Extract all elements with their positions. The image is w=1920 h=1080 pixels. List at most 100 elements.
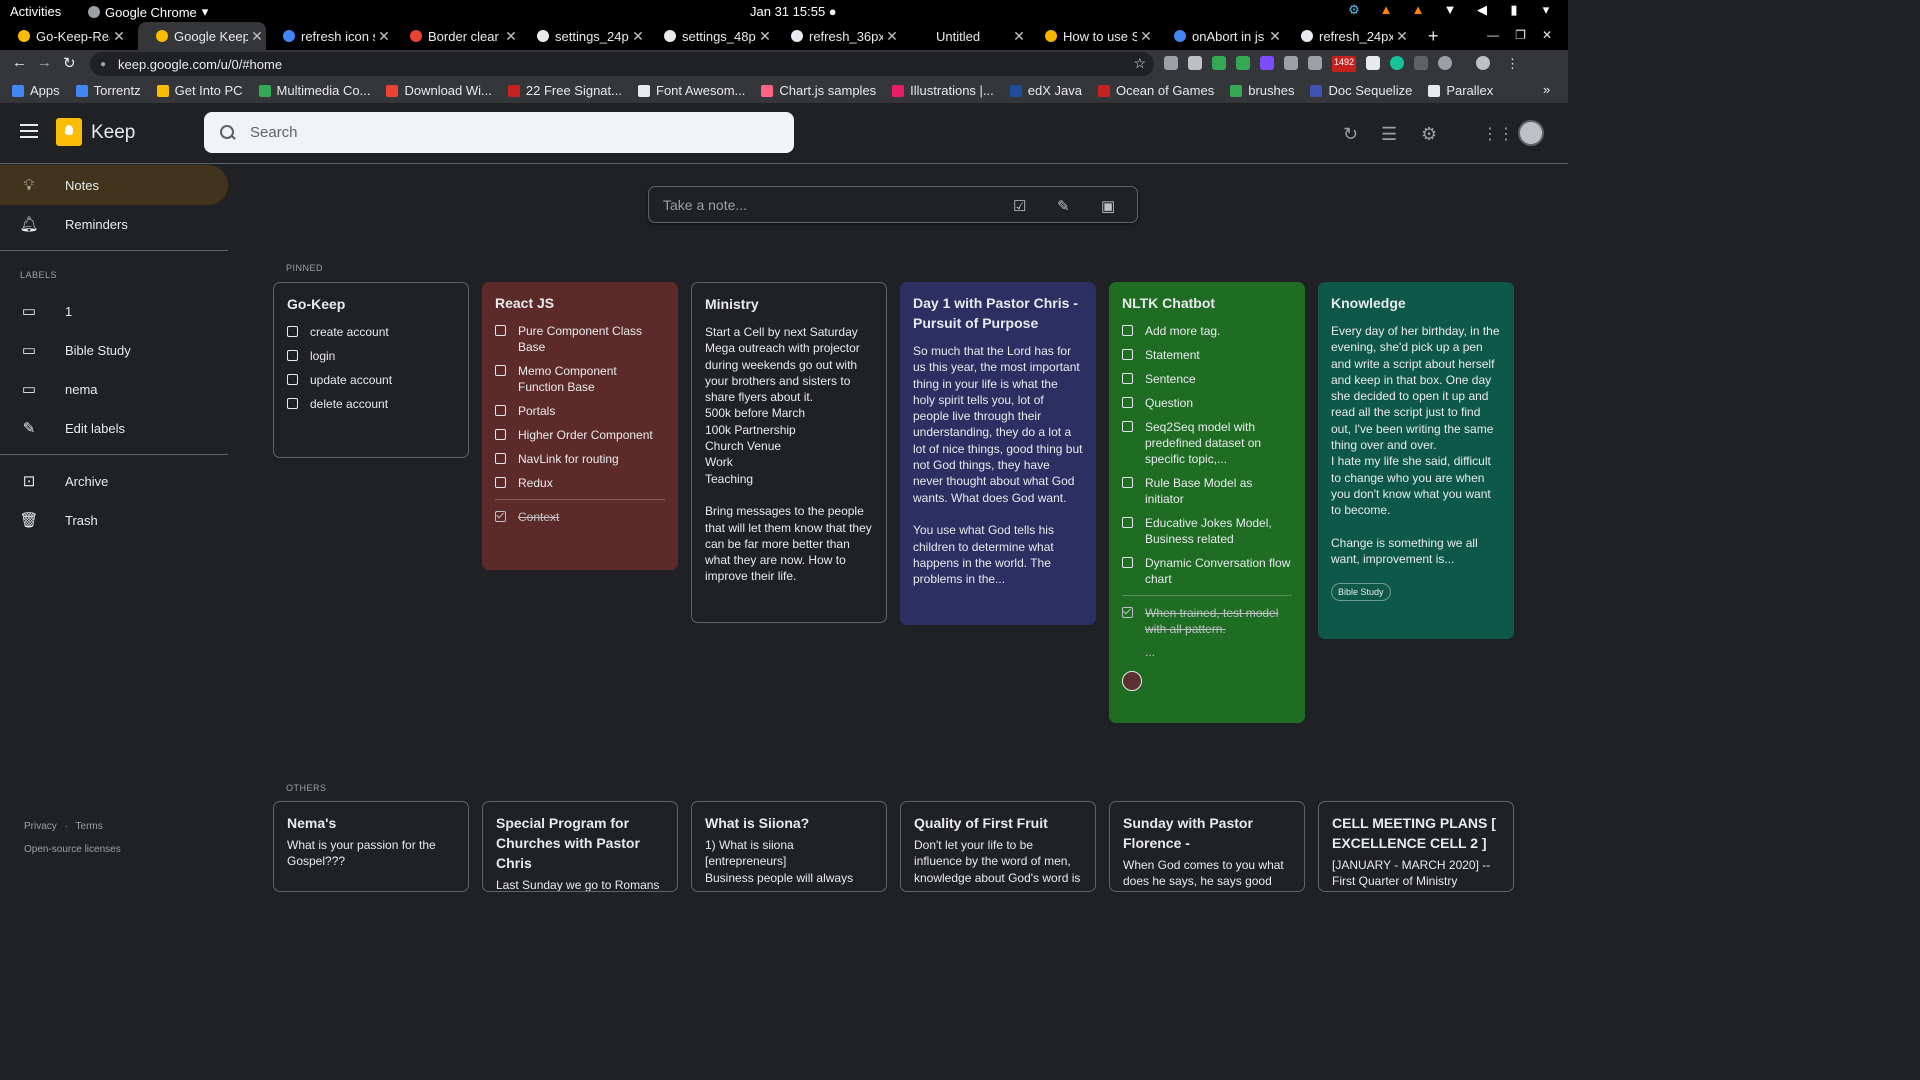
tab-close-icon[interactable]: ✕ — [629, 28, 647, 45]
tab-close-icon[interactable]: ✕ — [248, 28, 266, 45]
sidebar-item-edit-labels[interactable]: ✎ Edit labels — [0, 408, 228, 448]
system-menu-icon[interactable]: ▾ — [1538, 2, 1554, 18]
extension-icon[interactable] — [1284, 56, 1298, 70]
extension-icon[interactable] — [1212, 56, 1226, 70]
checkbox-icon[interactable] — [495, 453, 506, 464]
checkbox-icon[interactable] — [1122, 477, 1133, 488]
tab-close-icon[interactable]: ✕ — [1137, 28, 1155, 45]
terms-link[interactable]: Terms — [76, 821, 103, 832]
avatar[interactable] — [1518, 120, 1544, 146]
note-card[interactable]: Day 1 with Pastor Chris - Pursuit of Pur… — [900, 282, 1096, 625]
new-image-icon[interactable]: ▣ — [1101, 197, 1115, 215]
note-card[interactable]: Special Program for Churches with Pastor… — [482, 801, 678, 892]
tab-8[interactable]: How to use S ✕ — [1027, 22, 1155, 50]
checkbox-icon[interactable] — [495, 325, 506, 336]
tab-close-icon[interactable]: ✕ — [1266, 28, 1284, 45]
checklist-item[interactable]: Statement — [1122, 347, 1292, 363]
checkbox-icon[interactable] — [287, 374, 298, 385]
tab-0[interactable]: Go-Keep-React✕ — [0, 22, 128, 50]
checklist-item[interactable]: Dynamic Conversation flow chart — [1122, 555, 1292, 587]
bookmark-item[interactable]: brushes — [1230, 83, 1294, 98]
bookmark-item[interactable]: Parallex — [1428, 83, 1493, 98]
checkbox-icon[interactable] — [1122, 557, 1133, 568]
vlc-icon-2[interactable]: ▲ — [1410, 2, 1426, 18]
app-menu[interactable]: Google Chrome ▾ — [88, 4, 208, 20]
bookmark-item[interactable]: edX Java — [1009, 83, 1082, 98]
close-window-icon[interactable]: ✕ — [1542, 28, 1552, 42]
tab-close-icon[interactable]: ✕ — [1393, 28, 1411, 45]
tab-4[interactable]: settings_24px ✕ — [519, 22, 647, 50]
checkbox-icon[interactable] — [1122, 517, 1133, 528]
extension-icon[interactable] — [1236, 56, 1250, 70]
tab-7[interactable]: Untitled ✕ — [900, 22, 1028, 50]
search-icon[interactable] — [220, 124, 236, 141]
sidebar-item-nema[interactable]: ▭ nema — [0, 369, 228, 409]
bookmark-item[interactable]: 22 Free Signat... — [507, 83, 622, 98]
checkbox-icon[interactable] — [1122, 397, 1133, 408]
tab-close-icon[interactable]: ✕ — [756, 28, 774, 45]
checklist-item-checked[interactable]: When trained, test model with all patter… — [1122, 605, 1292, 637]
extension-icon[interactable] — [1308, 56, 1322, 70]
checklist-item-checked[interactable]: Context — [495, 509, 665, 525]
checkbox-icon[interactable] — [1122, 325, 1133, 336]
bookmark-item[interactable]: Get Into PC — [156, 83, 243, 98]
tab-3[interactable]: Border clear i ✕ — [392, 22, 520, 50]
settings-icon[interactable]: ⚙ — [1421, 124, 1437, 145]
note-card[interactable]: Quality of First Fruit Don't let your lif… — [900, 801, 1096, 892]
new-list-icon[interactable]: ☑ — [1013, 197, 1026, 215]
sidebar-item-bible-study[interactable]: ▭ Bible Study — [0, 330, 228, 370]
browser-menu-icon[interactable]: ⋮ — [1506, 56, 1519, 72]
checklist-item[interactable]: Sentence — [1122, 371, 1292, 387]
tab-9[interactable]: onAbort in js ✕ — [1156, 22, 1284, 50]
sidebar-item-archive[interactable]: ⊡ Archive — [0, 461, 228, 501]
checklist-item[interactable]: create account — [287, 324, 455, 340]
back-icon[interactable]: ← — [12, 54, 27, 71]
main-menu-icon[interactable] — [20, 124, 38, 138]
checkbox-icon[interactable] — [287, 326, 298, 337]
checklist-item[interactable]: Question — [1122, 395, 1292, 411]
extension-icon[interactable] — [1414, 56, 1429, 70]
restore-icon[interactable]: ❐ — [1515, 28, 1526, 42]
checkbox-icon[interactable] — [495, 365, 506, 376]
checklist-item[interactable]: update account — [287, 372, 455, 388]
refresh-icon[interactable]: ↻ — [1343, 124, 1358, 145]
note-card[interactable]: CELL MEETING PLANS [ EXCELLENCE CELL 2 ]… — [1318, 801, 1514, 892]
bookmarks-overflow-icon[interactable]: » — [1543, 82, 1550, 97]
bookmark-item[interactable]: Ocean of Games — [1097, 83, 1214, 98]
note-card[interactable]: Ministry Start a Cell by next Saturday Me… — [691, 282, 887, 623]
tab-close-icon[interactable]: ✕ — [883, 28, 901, 45]
note-card[interactable]: Sunday with Pastor Florence - When God co… — [1109, 801, 1305, 892]
collaborator-avatar[interactable] — [1122, 671, 1142, 691]
extension-icon[interactable] — [1438, 56, 1453, 70]
checklist-item[interactable]: Memo Component Function Base — [495, 363, 665, 395]
battery-icon[interactable]: ▮ — [1506, 2, 1522, 18]
bookmark-item[interactable]: Font Awesom... — [638, 83, 745, 98]
search-input[interactable] — [250, 124, 750, 141]
checklist-item[interactable]: Educative Jokes Model, Business related — [1122, 515, 1292, 547]
address-bar[interactable]: ● keep.google.com/u/0/#home ☆ — [90, 52, 1154, 76]
extension-icon[interactable] — [1188, 56, 1202, 70]
app-tray-icon[interactable]: ⚙ — [1346, 2, 1362, 18]
checkbox-icon[interactable] — [1122, 421, 1133, 432]
checkbox-icon[interactable] — [1122, 349, 1133, 360]
checklist-item[interactable]: Add more tag. — [1122, 323, 1292, 339]
checkbox-icon[interactable] — [495, 429, 506, 440]
bookmark-item[interactable]: Apps — [12, 83, 60, 98]
checkbox-icon[interactable] — [287, 350, 298, 361]
checklist-item[interactable]: NavLink for routing — [495, 451, 665, 467]
privacy-link[interactable]: Privacy — [24, 821, 57, 832]
bookmark-star-icon[interactable]: ☆ — [1133, 55, 1146, 72]
bookmark-item[interactable]: Chart.js samples — [761, 83, 876, 98]
extension-icon[interactable] — [1390, 56, 1405, 70]
activities-button[interactable]: Activities — [10, 4, 61, 19]
note-card[interactable]: What is Siiona? 1) What is siiona [entrep… — [691, 801, 887, 892]
bookmark-item[interactable]: Multimedia Co... — [258, 83, 370, 98]
sidebar-item-notes[interactable]: 💡︎ Notes — [0, 165, 228, 205]
notification-badge[interactable]: 1492 — [1332, 56, 1357, 72]
note-card[interactable]: React JS Pure Component Class Base Memo Co… — [482, 282, 678, 570]
note-card[interactable]: Knowledge Every day of her birthday, in t… — [1318, 282, 1514, 639]
open-source-licenses-link[interactable]: Open-source licenses — [24, 844, 121, 855]
note-card[interactable]: NLTK Chatbot Add more tag. Statement Senten… — [1109, 282, 1305, 723]
keep-logo-icon[interactable] — [56, 118, 82, 146]
wifi-icon[interactable]: ▼ — [1442, 2, 1458, 18]
